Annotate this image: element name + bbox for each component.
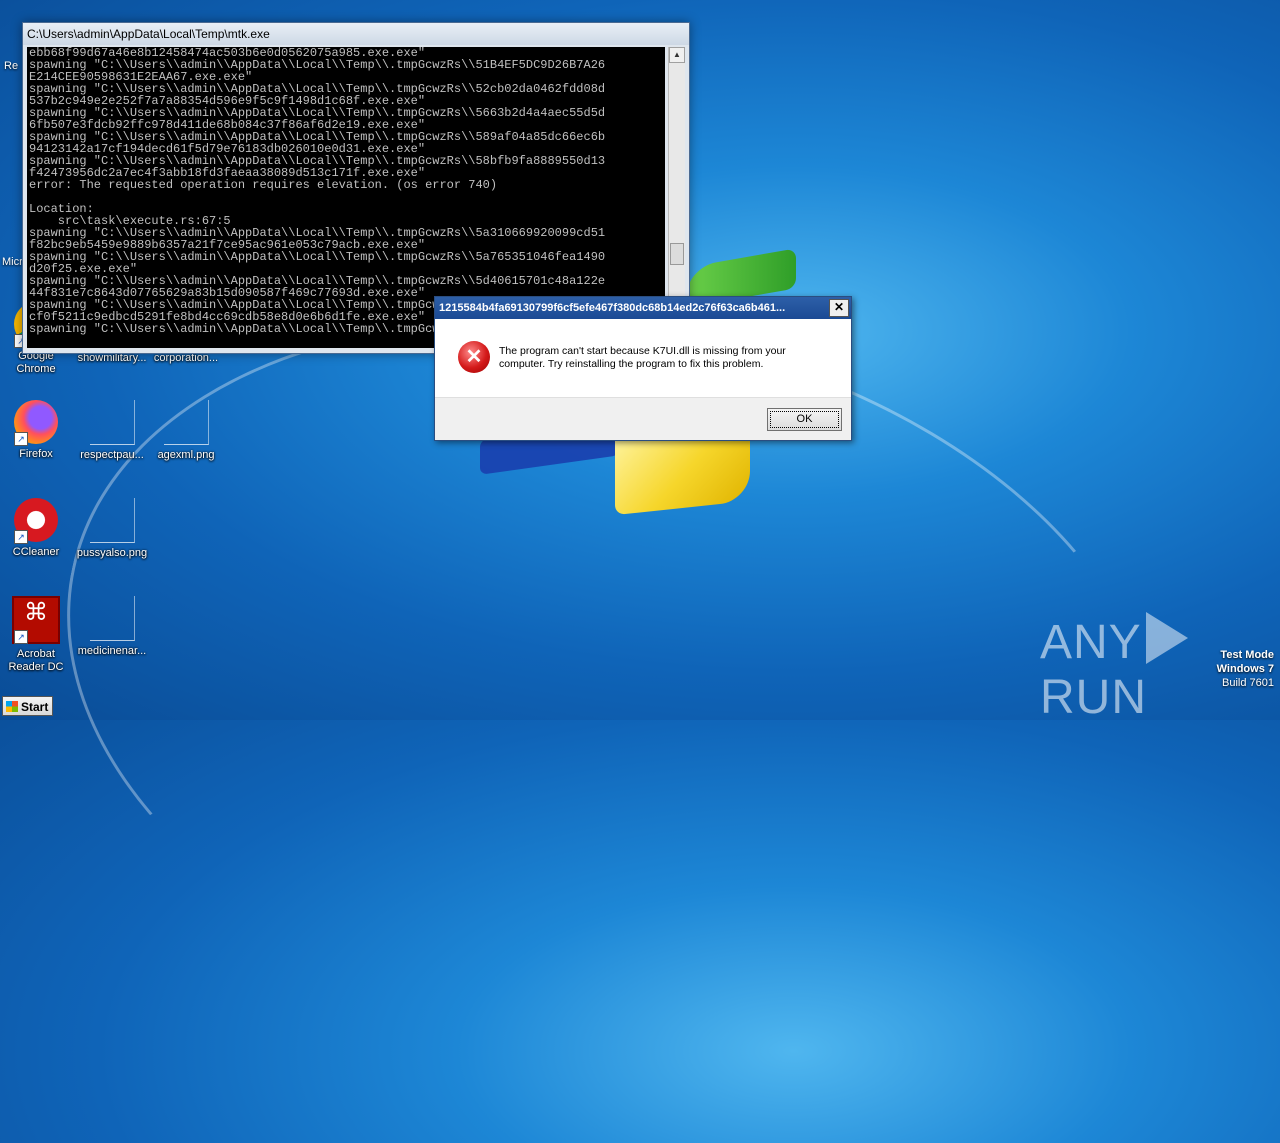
desktop-icon-label: medicinenar... bbox=[77, 645, 147, 657]
file-thumbnail-icon bbox=[89, 596, 135, 641]
build-number-label: Build 7601 bbox=[1222, 677, 1274, 689]
desktop-icon-acrobat-reader[interactable]: ↗ Acrobat Reader DC bbox=[0, 596, 72, 674]
desktop-icon-label: pussyalso.png bbox=[76, 547, 148, 559]
desktop-icon-agexml[interactable]: agexml.png bbox=[150, 400, 222, 462]
desktop-icon-label: agexml.png bbox=[157, 449, 215, 461]
console-text: ebb68f99d67a46e8b12458474ac503b6e0d05620… bbox=[29, 47, 606, 336]
desktop-icon-label: Firefox bbox=[19, 448, 53, 460]
desktop-icon-respectpau[interactable]: respectpau... bbox=[76, 400, 148, 462]
dialog-close-button[interactable]: ✕ bbox=[829, 299, 849, 317]
scroll-thumb[interactable] bbox=[670, 243, 684, 265]
play-icon bbox=[1145, 612, 1188, 664]
windows-version-label: Windows 7 bbox=[1216, 663, 1274, 675]
ccleaner-icon: ↗ bbox=[14, 498, 58, 544]
windows-logo-icon bbox=[6, 701, 18, 712]
firefox-icon: ↗ bbox=[14, 400, 58, 446]
desktop-icon-ccleaner[interactable]: ↗ CCleaner bbox=[0, 498, 72, 559]
watermark-left: ANY bbox=[1040, 616, 1142, 669]
build-info: Test Mode Windows 7 Build 7601 bbox=[1217, 648, 1274, 690]
desktop-icon-firefox[interactable]: ↗ Firefox bbox=[0, 400, 72, 461]
desktop-icon-microsoft-label[interactable]: Micr bbox=[2, 256, 23, 268]
file-thumbnail-icon bbox=[89, 498, 135, 543]
test-mode-label: Test Mode bbox=[1220, 649, 1274, 661]
desktop-icon-label: Acrobat Reader DC bbox=[8, 648, 64, 673]
desktop-icon-label: CCleaner bbox=[12, 546, 60, 558]
error-dialog[interactable]: 1215584b4fa69130799f6cf5efe467f380dc68b1… bbox=[434, 296, 852, 441]
dialog-footer: OK bbox=[435, 397, 851, 440]
start-label: Start bbox=[21, 700, 49, 714]
file-thumbnail-icon bbox=[89, 400, 135, 445]
watermark-right: RUN bbox=[1040, 671, 1147, 724]
scroll-up-icon[interactable]: ▲ bbox=[669, 47, 685, 63]
desktop-icon-label: respectpau... bbox=[80, 449, 144, 461]
file-thumbnail-icon bbox=[163, 400, 209, 445]
error-icon: ✕ bbox=[458, 341, 490, 373]
dialog-message: The program can't start because K7UI.dll… bbox=[499, 345, 786, 370]
dialog-body: ✕ The program can't start because K7UI.d… bbox=[435, 319, 851, 397]
start-button[interactable]: Start bbox=[2, 696, 53, 716]
ok-button[interactable]: OK bbox=[767, 408, 842, 431]
console-title[interactable]: C:\Users\admin\AppData\Local\Temp\mtk.ex… bbox=[23, 23, 689, 45]
acrobat-icon: ↗ bbox=[12, 596, 60, 644]
desktop-icon-pussyalso[interactable]: pussyalso.png bbox=[76, 498, 148, 560]
desktop-icon-medicinenar[interactable]: medicinenar... bbox=[76, 596, 148, 658]
dialog-title: 1215584b4fa69130799f6cf5efe467f380dc68b1… bbox=[439, 302, 786, 314]
shortcut-arrow-icon: ↗ bbox=[14, 530, 28, 544]
shortcut-arrow-icon: ↗ bbox=[14, 432, 28, 446]
desktop-icon-recycle-label[interactable]: Re bbox=[4, 60, 18, 72]
dialog-title-bar[interactable]: 1215584b4fa69130799f6cf5efe467f380dc68b1… bbox=[435, 297, 851, 319]
shortcut-arrow-icon: ↗ bbox=[14, 630, 28, 644]
